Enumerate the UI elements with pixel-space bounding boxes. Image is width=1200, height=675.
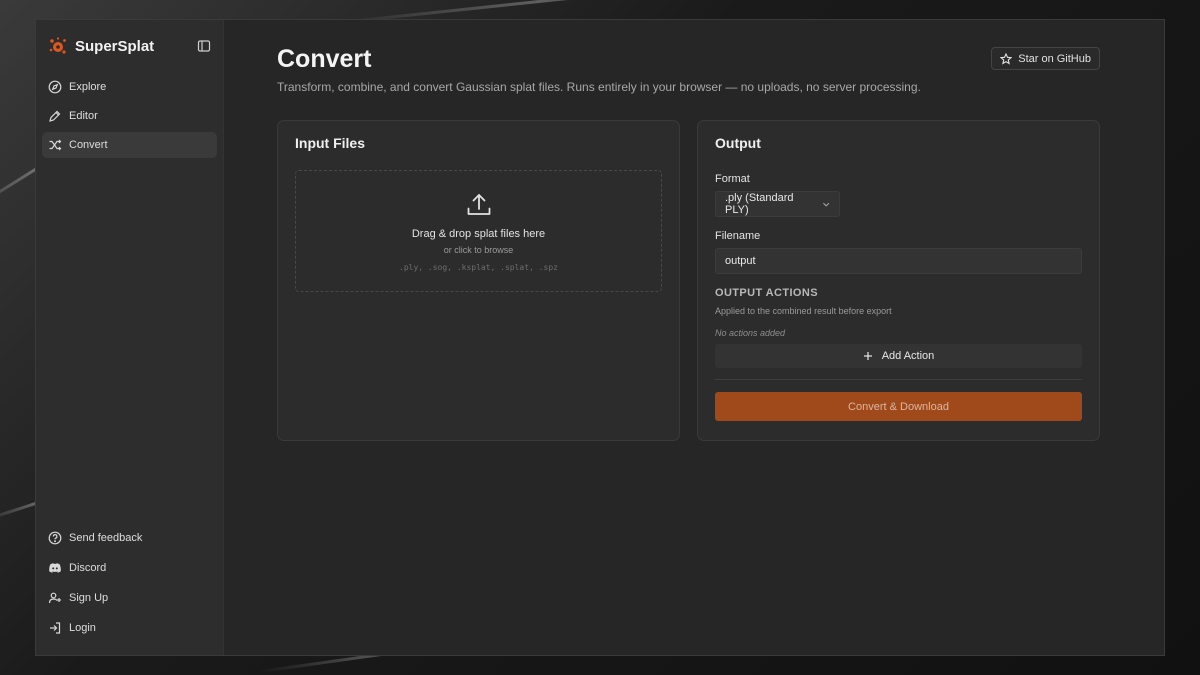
dropzone-title: Drag & drop splat files here [411,228,546,240]
app-name: SuperSplat [75,37,155,55]
output-actions-heading: OUTPUT ACTIONS [715,287,818,299]
supersplat-logo-icon [49,37,66,54]
github-button-label: Star on GitHub [1018,52,1091,65]
convert-download-button[interactable]: Convert & Download [715,392,1082,421]
dropzone-subtitle: or click to browse [443,245,514,255]
shuffle-icon [49,139,62,151]
compass-icon [48,80,62,94]
sidebar-item-label: Editor [69,110,98,122]
upload-icon [467,194,490,215]
divider [715,379,1082,380]
output-card: Output Format .ply (Standard PLY) Filena… [697,120,1100,441]
sidebar-item-sign-up[interactable]: Sign Up [42,585,217,611]
sidebar-item-label: Explore [69,81,107,93]
sidebar-item-explore[interactable]: Explore [42,74,217,100]
format-select-value: .ply (Standard PLY) [725,192,794,216]
discord-icon [49,563,61,573]
brand: SuperSplat [42,36,217,56]
format-label: Format [715,173,750,185]
input-files-card: Input Files Drag & drop splat files here… [277,120,680,441]
star-icon [1000,52,1013,65]
sidebar-item-label: Login [69,622,96,634]
sidebar-item-discord[interactable]: Discord [42,555,217,581]
file-dropzone[interactable]: Drag & drop splat files here or click to… [295,170,662,292]
convert-cards: Input Files Drag & drop splat files here… [277,120,1100,441]
login-icon [50,622,61,634]
sidebar-bottom: Send feedback Discord Sign Up Login [42,525,217,645]
sidebar: SuperSplat Explore Editor Convert Send f… [36,20,224,655]
output-actions-description: Applied to the combined result before ex… [715,306,892,316]
dropzone-extensions: .ply, .sog, .ksplat, .splat, .spz [399,263,558,272]
sidebar-item-label: Sign Up [69,592,109,604]
sidebar-item-send-feedback[interactable]: Send feedback [42,525,217,551]
input-card-title: Input Files [295,135,365,151]
sidebar-item-label: Convert [69,139,108,151]
main-content: Convert Transform, combine, and convert … [224,20,1164,655]
output-card-title: Output [715,135,761,151]
pen-icon [49,110,61,122]
add-action-button[interactable]: Add Action [715,344,1082,368]
sidebar-item-login[interactable]: Login [42,615,217,641]
page-title: Convert [277,45,372,73]
chevron-down-icon [822,202,829,207]
sidebar-toggle-icon[interactable] [197,39,211,53]
help-circle-icon [48,531,62,545]
sidebar-item-convert[interactable]: Convert [42,132,217,158]
convert-download-label: Convert & Download [848,400,949,413]
sidebar-item-label: Discord [69,562,107,574]
user-plus-icon [48,592,61,604]
filename-label: Filename [715,230,761,242]
sidebar-item-editor[interactable]: Editor [42,103,217,129]
sidebar-item-label: Send feedback [69,532,143,544]
star-on-github-button[interactable]: Star on GitHub [991,47,1100,70]
add-action-label: Add Action [881,350,935,362]
app-window: SuperSplat Explore Editor Convert Send f… [36,20,1164,655]
no-actions-note: No actions added [715,328,786,338]
format-select[interactable]: .ply (Standard PLY) [715,191,840,217]
filename-input[interactable] [715,248,1082,274]
plus-icon [863,352,872,360]
page-subtitle: Transform, combine, and convert Gaussian… [277,80,921,94]
